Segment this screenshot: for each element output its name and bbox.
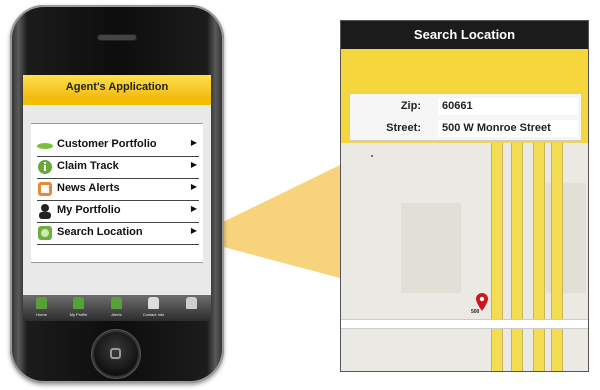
address-form: Zip: 60661 Street: 500 W Monroe Street: [349, 93, 582, 141]
chevron-right-icon: ▶: [190, 226, 197, 235]
zip-row: Zip: 60661: [350, 96, 581, 118]
chevron-right-icon: ▶: [190, 204, 197, 213]
header-strip: [23, 99, 211, 105]
menu-label: My Portfolio: [57, 204, 121, 216]
street-field[interactable]: 500 W Monroe Street: [438, 120, 578, 137]
tab-contact-info[interactable]: Contact Info: [135, 295, 172, 321]
map-street: [511, 143, 523, 371]
map-block: [401, 203, 461, 293]
menu-item-news-alerts[interactable]: News Alerts ▶: [37, 178, 199, 201]
contact-icon: [148, 297, 159, 309]
phone-device: Agent's Application Customer Portfolio ▶…: [10, 5, 224, 383]
menu-panel: Customer Portfolio ▶ Claim Track ▶ News …: [31, 123, 203, 263]
tab-label: Home: [36, 312, 47, 317]
street-label: Street:: [386, 122, 421, 134]
street-row: Street: 500 W Monroe Street: [350, 118, 581, 140]
tab-label: Contact Info: [142, 312, 165, 317]
tab-home[interactable]: Home: [23, 295, 60, 321]
menu-label: News Alerts: [57, 182, 120, 194]
menu-item-my-portfolio[interactable]: My Portfolio ▶: [37, 200, 199, 223]
map-street: [533, 143, 545, 371]
speaker-grille: [98, 35, 136, 40]
home-button[interactable]: [94, 332, 138, 376]
tab-alerts[interactable]: Alerts: [98, 295, 135, 321]
chevron-right-icon: ▶: [190, 160, 197, 169]
home-square-icon: [110, 348, 121, 359]
tab-more[interactable]: [173, 295, 210, 321]
phone-screen: Agent's Application Customer Portfolio ▶…: [23, 75, 211, 321]
menu-label: Claim Track: [57, 160, 119, 172]
menu-label: Search Location: [57, 226, 143, 238]
tab-label: My Profile: [69, 312, 88, 317]
tab-my-profile[interactable]: My Profile: [60, 295, 97, 321]
map-street: [341, 319, 588, 329]
pin-label: 500: [471, 309, 480, 315]
tab-label: Alerts: [111, 312, 122, 317]
check-icon: [186, 297, 197, 309]
search-location-panel: Search Location Zip: 60661 Street: 500 W…: [340, 20, 589, 372]
menu-label: Customer Portfolio: [57, 138, 157, 150]
leaf-icon: [37, 143, 53, 149]
person-icon: [39, 204, 51, 219]
map-poi: ■: [371, 153, 374, 158]
chevron-right-icon: ▶: [190, 138, 197, 147]
menu-item-customer-portfolio[interactable]: Customer Portfolio ▶: [37, 134, 199, 157]
profile-icon: [73, 297, 84, 309]
home-icon: [36, 297, 47, 309]
map-street: [551, 143, 563, 371]
menu-item-claim-track[interactable]: Claim Track ▶: [37, 156, 199, 179]
alert-icon: [111, 297, 122, 309]
map-street: [491, 143, 503, 371]
info-icon: [38, 160, 52, 174]
panel-title: Search Location: [341, 21, 588, 49]
location-map[interactable]: ■ 500: [341, 143, 588, 371]
menu-item-search-location[interactable]: Search Location ▶: [37, 222, 199, 245]
tab-bar: Home My Profile Alerts Contact Info: [23, 295, 211, 321]
app-title: Agent's Application: [23, 75, 211, 99]
zip-label: Zip:: [400, 100, 421, 112]
news-icon: [38, 182, 52, 196]
chevron-right-icon: ▶: [190, 182, 197, 191]
globe-icon: [38, 226, 52, 240]
zip-field[interactable]: 60661: [438, 98, 578, 115]
